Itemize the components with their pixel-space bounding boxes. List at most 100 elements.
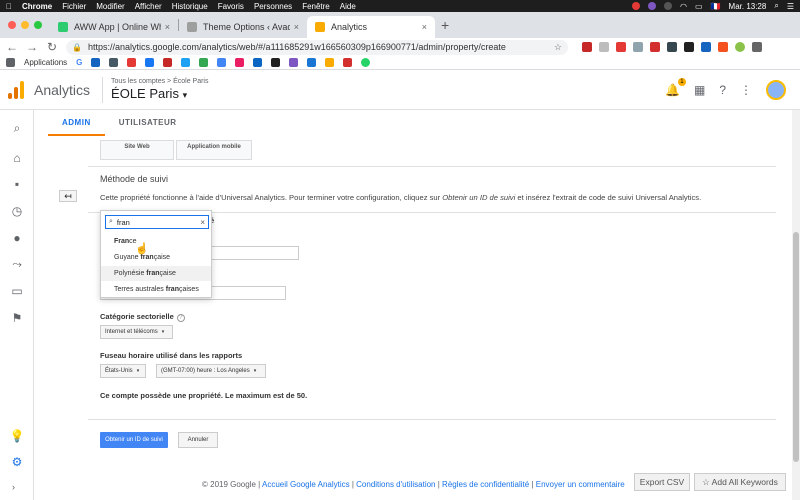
back-arrow-icon[interactable]: ← [6, 40, 18, 54]
menu-afficher[interactable]: Afficher [135, 2, 162, 11]
forward-arrow-icon[interactable]: → [26, 40, 38, 54]
extension-icon[interactable] [684, 42, 694, 52]
expand-nav-icon[interactable]: › [12, 482, 15, 492]
menu-historique[interactable]: Historique [172, 2, 208, 11]
bookmark-star-icon[interactable]: ☆ [554, 42, 562, 53]
list-item[interactable]: Polynésie française [101, 266, 211, 281]
profile-icon[interactable] [735, 42, 745, 52]
menu-app-name[interactable]: Chrome [22, 2, 52, 11]
list-item[interactable]: Terres australes françaises [101, 282, 211, 297]
segment-site-web[interactable]: Site Web [100, 140, 174, 160]
admin-gear-icon[interactable]: ⚙ [9, 454, 25, 470]
property-name[interactable]: ÉOLE Paris ▾ [111, 86, 208, 101]
acquisition-icon[interactable]: ⤳ [9, 256, 25, 272]
timezone-select[interactable]: (GMT-07:00) heure : Los Angeles ▾ [156, 364, 266, 378]
behavior-icon[interactable]: ▭ [9, 283, 25, 299]
tab-aww-app[interactable]: AWW App | Online Whiteboard × [50, 16, 178, 38]
url-text[interactable]: https://analytics.google.com/analytics/w… [88, 42, 506, 52]
audience-person-icon[interactable]: ● [9, 230, 25, 246]
tab-analytics[interactable]: Analytics × [307, 16, 435, 38]
wifi-icon[interactable]: ◠ [680, 2, 687, 11]
home-icon[interactable]: ⌂ [9, 150, 25, 166]
facebook-icon[interactable] [145, 58, 155, 67]
lock-icon[interactable]: 🔒 [72, 43, 82, 52]
apple-icon[interactable]:  [6, 2, 12, 11]
bookmark-icon[interactable] [91, 58, 101, 67]
menu-personnes[interactable]: Personnes [254, 2, 292, 11]
search-value[interactable]: fran [117, 218, 200, 227]
status-settings-icon[interactable] [664, 2, 673, 10]
bookmark-icon[interactable] [235, 58, 245, 67]
bookmark-icon[interactable] [271, 58, 281, 67]
add-all-keywords-button[interactable]: ☆ Add All Keywords [694, 473, 786, 491]
category-select[interactable]: Internet et télécoms ▾ [100, 325, 173, 339]
bookmark-icon[interactable] [109, 58, 119, 67]
more-vert-icon[interactable]: ⋮ [740, 83, 752, 97]
status-record-icon[interactable] [632, 2, 641, 10]
control-center-icon[interactable]: ☰ [787, 2, 794, 11]
extension-icon[interactable] [701, 42, 711, 52]
battery-icon[interactable]: ▭ [695, 2, 703, 11]
segment-application-mobile[interactable]: Application mobile [176, 140, 252, 160]
customization-icon[interactable]: ▪ [9, 176, 25, 192]
app-name[interactable]: Analytics [34, 82, 90, 98]
export-csv-button[interactable]: Export CSV [634, 473, 690, 491]
minimize-window-icon[interactable] [21, 21, 29, 29]
tab-admin[interactable]: ADMIN [48, 110, 105, 136]
get-tracking-id-button[interactable]: Obtenir un ID de suivi [100, 432, 168, 448]
menu-favoris[interactable]: Favoris [218, 2, 244, 11]
bookmark-icon[interactable] [163, 58, 173, 67]
menu-fenetre[interactable]: Fenêtre [302, 2, 330, 11]
back-arrow-icon[interactable]: ↤ [59, 190, 77, 202]
footer-link-home[interactable]: Accueil Google Analytics [262, 480, 350, 489]
flag-icon[interactable]: 🇫🇷 [711, 2, 721, 11]
extension-icon[interactable] [718, 42, 728, 52]
tab-close-icon[interactable]: × [294, 22, 299, 32]
scrollbar-thumb[interactable] [793, 232, 799, 462]
country-select[interactable]: États-Unis ▾ [100, 364, 146, 378]
clear-icon[interactable]: × [200, 218, 205, 227]
help-icon[interactable]: ? [719, 83, 726, 97]
avatar[interactable] [766, 79, 786, 100]
analytics-bookmark-icon[interactable] [325, 58, 335, 67]
tab-theme-options[interactable]: Theme Options ‹ Avada Seo — × [179, 16, 307, 38]
address-bar[interactable]: 🔒 https://analytics.google.com/analytics… [66, 39, 568, 55]
extension-icon[interactable] [650, 42, 660, 52]
realtime-clock-icon[interactable]: ◷ [9, 203, 25, 219]
spotlight-icon[interactable]: ⌕ [774, 1, 778, 11]
bookmark-google[interactable]: G [76, 58, 82, 67]
footer-link-feedback[interactable]: Envoyer un commentaire [536, 480, 625, 489]
bookmark-icon[interactable] [199, 58, 209, 67]
extension-icon[interactable] [633, 42, 643, 52]
conversions-flag-icon[interactable]: ⚑ [9, 310, 25, 326]
slack-icon[interactable] [289, 58, 299, 67]
chrome-menu-icon[interactable] [752, 42, 762, 52]
twitter-icon[interactable] [181, 58, 191, 67]
tab-utilisateur[interactable]: UTILISATEUR [105, 110, 191, 136]
search-icon[interactable]: ⌕ [9, 120, 25, 136]
pinterest-icon[interactable] [616, 42, 626, 52]
notifications-bell-icon[interactable]: 🔔 1 [665, 77, 686, 97]
cancel-button[interactable]: Annuler [178, 432, 218, 448]
extension-icon[interactable] [599, 42, 609, 52]
footer-link-privacy[interactable]: Règles de confidentialité [442, 480, 529, 489]
new-tab-button[interactable]: + [441, 17, 449, 33]
trello-icon[interactable] [307, 58, 317, 67]
analytics-logo-icon[interactable] [8, 80, 24, 99]
apps-grid-icon[interactable]: ▦ [694, 83, 705, 97]
maximize-window-icon[interactable] [34, 21, 42, 29]
close-window-icon[interactable] [8, 21, 16, 29]
menu-aide[interactable]: Aide [340, 2, 356, 11]
status-app-icon[interactable] [648, 2, 657, 10]
discover-bulb-icon[interactable]: 💡 [9, 428, 25, 444]
extension-icon[interactable] [667, 42, 677, 52]
tab-close-icon[interactable]: × [165, 22, 170, 32]
bookmark-applications[interactable]: Applications [24, 58, 67, 67]
youtube-icon[interactable] [127, 58, 137, 67]
help-icon[interactable]: ? [176, 314, 185, 322]
clock[interactable]: Mar. 13:28 [729, 2, 767, 11]
reload-icon[interactable]: ↻ [46, 40, 58, 54]
country-search-input[interactable]: ⌕ fran × [105, 215, 209, 229]
menu-modifier[interactable]: Modifier [96, 2, 124, 11]
account-breadcrumb[interactable]: Tous les comptes > École Paris [111, 78, 208, 85]
